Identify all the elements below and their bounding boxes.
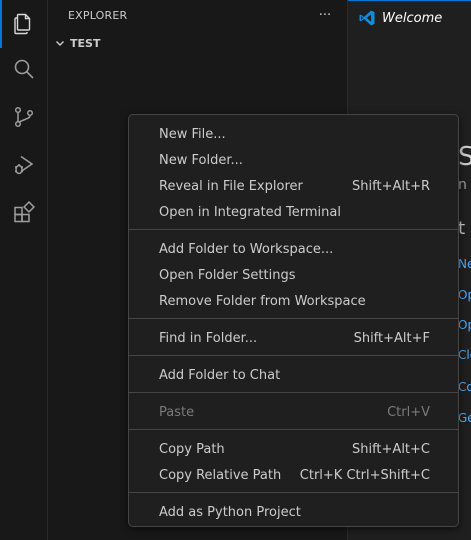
menu-item-open-in-terminal[interactable]: Open in Integrated Terminal <box>133 199 454 225</box>
menu-item-copy-relative-path[interactable]: Copy Relative Path Ctrl+K Ctrl+Shift+C <box>133 462 454 488</box>
menu-item-label: Copy Relative Path <box>159 467 282 483</box>
chevron-down-icon <box>54 37 66 49</box>
folder-name: TEST <box>70 36 101 50</box>
menu-item-label: Add Folder to Chat <box>159 367 281 383</box>
menu-item-new-folder[interactable]: New Folder... <box>133 147 454 173</box>
menu-item-label: Add as Python Project <box>159 504 301 520</box>
menu-item-add-folder-to-workspace[interactable]: Add Folder to Workspace... <box>133 236 454 262</box>
welcome-link[interactable]: Co <box>458 380 471 394</box>
menu-separator <box>129 355 458 356</box>
menu-item-shortcut: Ctrl+K Ctrl+Shift+C <box>299 467 430 483</box>
menu-item-new-file[interactable]: New File... <box>133 121 454 147</box>
menu-item-remove-folder-from-workspace[interactable]: Remove Folder from Workspace <box>133 288 454 314</box>
menu-item-label: Find in Folder... <box>159 330 258 346</box>
menu-item-label: Copy Path <box>159 441 225 457</box>
menu-item-shortcut: Shift+Alt+R <box>352 178 430 194</box>
vscode-logo-icon <box>359 10 375 26</box>
menu-item-label: Paste <box>159 404 195 420</box>
menu-item-add-as-python-project[interactable]: Add as Python Project <box>133 499 454 525</box>
menu-item-shortcut: Shift+Alt+C <box>351 441 430 457</box>
menu-separator <box>129 492 458 493</box>
sidebar-title: EXPLORER <box>68 9 128 22</box>
more-actions-button[interactable]: ··· <box>314 6 336 24</box>
menu-item-label: New File... <box>159 126 226 142</box>
menu-separator <box>129 429 458 430</box>
menu-item-label: Add Folder to Workspace... <box>159 241 334 257</box>
menu-separator <box>129 229 458 230</box>
menu-item-label: Open in Integrated Terminal <box>159 204 341 220</box>
tab-welcome[interactable]: Welcome <box>348 0 471 35</box>
extensions-icon[interactable] <box>0 189 48 237</box>
menu-item-shortcut: Shift+Alt+F <box>353 330 430 346</box>
menu-item-copy-path[interactable]: Copy Path Shift+Alt+C <box>133 436 454 462</box>
activity-bar <box>0 0 48 540</box>
menu-item-add-folder-to-chat[interactable]: Add Folder to Chat <box>133 362 454 388</box>
welcome-link[interactable]: Ne <box>458 257 471 271</box>
menu-item-paste: Paste Ctrl+V <box>133 399 454 425</box>
files-icon[interactable] <box>0 0 48 48</box>
menu-item-label: Remove Folder from Workspace <box>159 293 366 309</box>
sidebar-header: EXPLORER ··· <box>48 0 348 30</box>
menu-separator <box>129 392 458 393</box>
menu-item-find-in-folder[interactable]: Find in Folder... Shift+Alt+F <box>133 325 454 351</box>
search-icon[interactable] <box>0 45 48 93</box>
run-debug-icon[interactable] <box>0 141 48 189</box>
tab-label: Welcome <box>382 10 443 26</box>
menu-item-label: Reveal in File Explorer <box>159 178 303 194</box>
welcome-subtitle: n <box>458 177 467 193</box>
menu-item-label: New Folder... <box>159 152 243 168</box>
welcome-link[interactable]: Op <box>458 318 471 332</box>
welcome-link[interactable]: Clo <box>458 348 471 362</box>
menu-item-open-folder-settings[interactable]: Open Folder Settings <box>133 262 454 288</box>
welcome-link[interactable]: Ge <box>458 411 471 425</box>
welcome-heading: S <box>458 142 471 172</box>
welcome-section-title: t <box>458 218 466 239</box>
welcome-link[interactable]: Op <box>458 288 471 302</box>
tab-bar: Welcome <box>348 0 471 35</box>
menu-item-shortcut: Ctrl+V <box>387 404 430 420</box>
source-control-icon[interactable] <box>0 93 48 141</box>
menu-separator <box>129 318 458 319</box>
menu-item-reveal-in-file-explorer[interactable]: Reveal in File Explorer Shift+Alt+R <box>133 173 454 199</box>
context-menu: New File... New Folder... Reveal in File… <box>128 114 459 527</box>
folder-row[interactable]: TEST <box>48 32 348 54</box>
menu-item-label: Open Folder Settings <box>159 267 296 283</box>
